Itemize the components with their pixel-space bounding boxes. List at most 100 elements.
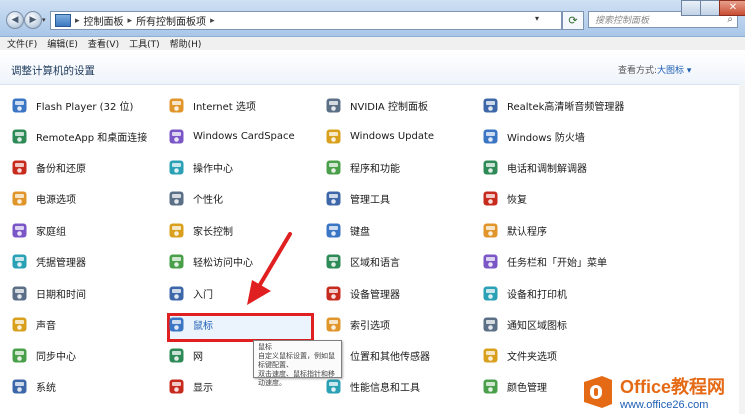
- control-panel-item[interactable]: NVIDIA 控制面板: [325, 95, 428, 115]
- control-panel-item-label: 显示: [193, 382, 213, 394]
- control-panel-item[interactable]: 恢复: [482, 188, 527, 208]
- control-panel-item[interactable]: 电源选项: [11, 188, 76, 208]
- control-panel-item[interactable]: Windows Update: [325, 126, 434, 146]
- control-panel-item-icon: [482, 347, 499, 364]
- address-dropdown-icon[interactable]: ▾: [535, 14, 539, 23]
- control-panel-item-icon: [168, 316, 185, 333]
- control-panel-item-label: 备份和还原: [36, 163, 86, 175]
- control-panel-item-label: 通知区域图标: [507, 320, 567, 332]
- control-panel-item[interactable]: 声音: [11, 314, 56, 334]
- vertical-scrollbar[interactable]: [739, 84, 745, 414]
- control-panel-item-label: NVIDIA 控制面板: [350, 101, 428, 113]
- control-panel-item-icon: [482, 97, 499, 114]
- control-panel-item[interactable]: 管理工具: [325, 188, 390, 208]
- control-panel-item[interactable]: 区域和语言: [325, 251, 400, 271]
- control-panel-item-label: 设备管理器: [350, 289, 400, 301]
- control-panel-item[interactable]: 系统: [11, 376, 56, 396]
- menu-file[interactable]: 文件(F): [7, 37, 37, 50]
- control-panel-item-label: 位置和其他传感器: [350, 351, 430, 363]
- control-panel-item-icon: [482, 128, 499, 145]
- mouse-tooltip: 鼠标 自定义鼠标设置，例如鼠标键配置、 双击速度、鼠标指针和移动速度。: [253, 340, 342, 387]
- control-panel-item-label: Flash Player (32 位): [36, 101, 134, 113]
- control-panel-item-icon: [325, 285, 342, 302]
- back-button[interactable]: ◀: [6, 11, 24, 29]
- control-panel-item[interactable]: 入门: [168, 283, 213, 303]
- page-title: 调整计算机的设置: [11, 65, 95, 77]
- site-watermark: Office教程网 www.office26.com: [580, 369, 743, 415]
- menu-tools[interactable]: 工具(T): [129, 37, 160, 50]
- control-panel-item-label: Windows 防火墙: [507, 132, 585, 144]
- menu-help[interactable]: 帮助(H): [170, 37, 202, 50]
- control-panel-item-icon: [11, 128, 28, 145]
- breadcrumb-all-items[interactable]: 所有控制面板项: [136, 13, 206, 28]
- breadcrumb-control-panel[interactable]: 控制面板: [84, 13, 124, 28]
- control-panel-item-icon: [482, 378, 499, 395]
- maximize-button[interactable]: [700, 0, 720, 16]
- search-placeholder: 搜索控制面板: [595, 16, 650, 26]
- control-panel-item[interactable]: 日期和时间: [11, 283, 86, 303]
- control-panel-item-icon: [11, 190, 28, 207]
- control-panel-item[interactable]: 家长控制: [168, 220, 233, 240]
- control-panel-item[interactable]: 设备管理器: [325, 283, 400, 303]
- control-panel-item[interactable]: Windows CardSpace: [168, 126, 295, 146]
- control-panel-item-icon: [168, 97, 185, 114]
- control-panel-item[interactable]: 网: [168, 345, 203, 365]
- view-by-dropdown[interactable]: 大图标 ▾: [657, 63, 691, 76]
- recent-pages-dropdown[interactable]: ▾: [42, 16, 46, 24]
- control-panel-item[interactable]: 通知区域图标: [482, 314, 567, 334]
- control-panel-item[interactable]: Windows 防火墙: [482, 126, 585, 146]
- breadcrumb-separator[interactable]: ▸: [128, 16, 133, 26]
- control-panel-item[interactable]: 鼠标: [168, 314, 213, 334]
- control-panel-item-label: 个性化: [193, 194, 223, 206]
- tooltip-line: 双击速度、鼠标指针和移动速度。: [258, 370, 335, 387]
- control-panel-item[interactable]: 键盘: [325, 220, 370, 240]
- control-panel-item-label: 默认程序: [507, 226, 547, 238]
- forward-button[interactable]: ▶: [24, 11, 42, 29]
- control-panel-item[interactable]: Realtek高清晰音频管理器: [482, 95, 624, 115]
- menu-view[interactable]: 查看(V): [88, 37, 119, 50]
- control-panel-item[interactable]: 操作中心: [168, 157, 233, 177]
- control-panel-item[interactable]: 家庭组: [11, 220, 66, 240]
- office-logo-icon: [584, 376, 612, 408]
- menu-edit[interactable]: 编辑(E): [47, 37, 78, 50]
- minimize-button[interactable]: [681, 0, 701, 16]
- control-panel-item[interactable]: 任务栏和「开始」菜单: [482, 251, 607, 271]
- control-panel-item-label: Windows Update: [350, 130, 435, 142]
- control-panel-item-label: 区域和语言: [350, 257, 400, 269]
- address-bar[interactable]: ▸ 控制面板 ▸ 所有控制面板项 ▸ ▾: [50, 11, 562, 30]
- tooltip-title: 鼠标: [258, 343, 272, 351]
- control-panel-item[interactable]: 备份和还原: [11, 157, 86, 177]
- control-panel-item-icon: [168, 285, 185, 302]
- breadcrumb-separator[interactable]: ▸: [75, 16, 80, 26]
- control-panel-item[interactable]: RemoteApp 和桌面连接: [11, 126, 147, 146]
- refresh-button[interactable]: ⟳: [562, 11, 584, 30]
- control-panel-item-icon: [11, 253, 28, 270]
- control-panel-item[interactable]: Internet 选项: [168, 95, 256, 115]
- control-panel-item[interactable]: Flash Player (32 位): [11, 95, 133, 115]
- control-panel-item[interactable]: 同步中心: [11, 345, 76, 365]
- control-panel-item[interactable]: 索引选项: [325, 314, 390, 334]
- control-panel-item-icon: [11, 159, 28, 176]
- control-panel-item-icon: [482, 190, 499, 207]
- control-panel-item-label: Windows CardSpace: [193, 130, 295, 142]
- control-panel-item-icon: [482, 159, 499, 176]
- control-panel-item[interactable]: 个性化: [168, 188, 223, 208]
- control-panel-item-label: 任务栏和「开始」菜单: [507, 257, 607, 269]
- control-panel-item[interactable]: 文件夹选项: [482, 345, 557, 365]
- control-panel-item[interactable]: 轻松访问中心: [168, 251, 253, 271]
- breadcrumb-separator[interactable]: ▸: [210, 16, 215, 26]
- control-panel-item[interactable]: 显示: [168, 376, 213, 396]
- control-panel-item[interactable]: 凭据管理器: [11, 251, 86, 271]
- control-panel-item-icon: [325, 253, 342, 270]
- control-panel-item-label: 电话和调制解调器: [507, 163, 587, 175]
- control-panel-item-icon: [11, 222, 28, 239]
- control-panel-item[interactable]: 设备和打印机: [482, 283, 567, 303]
- control-panel-item-label: 键盘: [350, 226, 370, 238]
- control-panel-item[interactable]: 程序和功能: [325, 157, 400, 177]
- control-panel-item[interactable]: 默认程序: [482, 220, 547, 240]
- control-panel-item[interactable]: 电话和调制解调器: [482, 157, 587, 177]
- control-panel-item[interactable]: 颜色管理: [482, 376, 547, 396]
- control-panel-item[interactable]: 性能信息和工具: [325, 376, 420, 396]
- close-button[interactable]: ✕: [719, 0, 745, 16]
- control-panel-item-icon: [168, 347, 185, 364]
